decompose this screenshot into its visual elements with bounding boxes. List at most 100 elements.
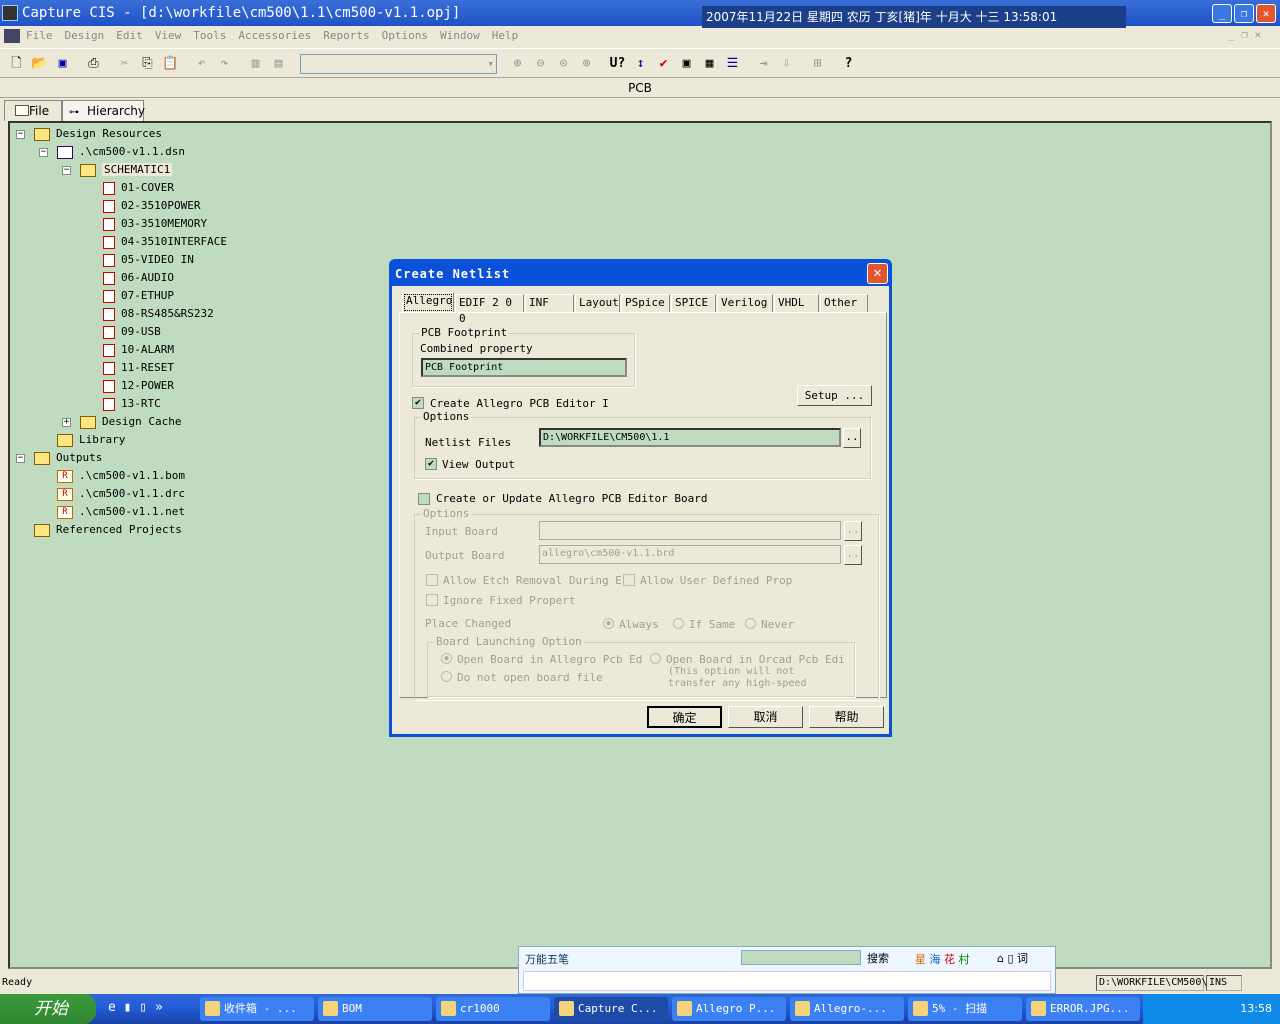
output-board-input[interactable]: allegro\cm500-v1.1.brd xyxy=(539,545,841,564)
zoom-out-icon[interactable]: ⊖ xyxy=(530,53,551,74)
open-icon[interactable]: 📂 xyxy=(29,53,50,74)
tab-inf[interactable]: INF xyxy=(525,294,574,312)
expand-icon[interactable]: + xyxy=(62,418,71,427)
window-icon[interactable]: ▤ xyxy=(268,53,289,74)
close-button[interactable]: ✕ xyxy=(1256,4,1276,23)
crossref-icon[interactable]: ▦ xyxy=(699,53,720,74)
hierarchy-icon[interactable]: ⊞ xyxy=(807,53,828,74)
print-icon[interactable]: ⎙ xyxy=(83,53,104,74)
tab-file[interactable]: File xyxy=(4,100,62,121)
netlist-icon[interactable]: ▣ xyxy=(676,53,697,74)
ok-button[interactable]: 确定 xyxy=(647,706,722,728)
tree-item[interactable]: R .\cm500-v1.1.bom xyxy=(57,467,185,485)
tree-item[interactable]: 01-COVER xyxy=(103,179,174,197)
tree-item[interactable]: 13-RTC xyxy=(103,395,161,413)
launch-allegro-radio[interactable]: ● xyxy=(441,653,452,664)
place-always-radio[interactable]: ● xyxy=(603,618,614,629)
collapse-icon[interactable]: − xyxy=(39,148,48,157)
ime-toolbar[interactable]: 万能五笔 搜索 星 海 花 村 ⌂ ▯ 词 xyxy=(518,946,1056,994)
tree-item[interactable]: 12-POWER xyxy=(103,377,174,395)
place-ifsame-radio[interactable] xyxy=(673,618,684,629)
redo-icon[interactable]: ↷ xyxy=(214,53,235,74)
combined-property-input[interactable]: PCB Footprint xyxy=(421,358,627,377)
ime-search-button[interactable]: 搜索 xyxy=(867,950,889,966)
layout-icon[interactable]: ▥ xyxy=(245,53,266,74)
menu-accessories[interactable]: Accessories xyxy=(238,29,311,42)
ignore-fixed-checkbox[interactable] xyxy=(426,594,438,606)
menu-file[interactable]: File xyxy=(26,29,53,42)
collapse-icon[interactable]: − xyxy=(16,454,25,463)
create-allegro-checkbox[interactable]: ✔ xyxy=(412,397,424,409)
tree-item[interactable]: 07-ETHUP xyxy=(103,287,174,305)
view-output-checkbox[interactable]: ✔ xyxy=(425,458,437,470)
zoom-area-icon[interactable]: ⊙ xyxy=(553,53,574,74)
taskbar-item[interactable]: 收件箱 - ... xyxy=(200,997,314,1021)
bom-icon[interactable]: ☰ xyxy=(722,53,743,74)
menu-edit[interactable]: Edit xyxy=(116,29,143,42)
menu-tools[interactable]: Tools xyxy=(193,29,226,42)
tree-item[interactable]: 04-3510INTERFACE xyxy=(103,233,227,251)
menu-reports[interactable]: Reports xyxy=(323,29,369,42)
taskbar-item[interactable]: ERROR.JPG... xyxy=(1026,997,1140,1021)
ime-input[interactable] xyxy=(523,971,1051,991)
tree-item[interactable]: R .\cm500-v1.1.net xyxy=(57,503,185,521)
taskbar-item[interactable]: Allegro P... xyxy=(672,997,786,1021)
tree-item[interactable]: 09-USB xyxy=(103,323,161,341)
netlist-files-input[interactable]: D:\WORKFILE\CM500\1.1 xyxy=(539,428,841,447)
taskbar-item[interactable]: Capture C... xyxy=(554,997,668,1021)
ime-icons[interactable]: ⌂ ▯ 词 xyxy=(997,950,1028,966)
toolbar-combo[interactable]: ▾ xyxy=(300,54,497,74)
output-board-browse[interactable]: .. xyxy=(844,545,862,565)
zoom-all-icon[interactable]: ⊚ xyxy=(576,53,597,74)
setup-button[interactable]: Setup ... xyxy=(797,385,872,406)
taskbar-item[interactable]: BOM xyxy=(318,997,432,1021)
cut-icon[interactable]: ✂ xyxy=(114,53,135,74)
collapse-icon[interactable]: − xyxy=(16,130,25,139)
input-board-browse[interactable]: .. xyxy=(844,521,862,541)
quicklaunch-icons[interactable]: e ▮ ▯ » xyxy=(108,1000,163,1015)
tree-item[interactable]: SCHEMATIC1 xyxy=(80,161,173,179)
nav-icon[interactable]: ⇥ xyxy=(753,53,774,74)
tree-item[interactable]: 02-3510POWER xyxy=(103,197,200,215)
ime-search-input[interactable] xyxy=(741,950,861,965)
descend-icon[interactable]: ⇩ xyxy=(776,53,797,74)
allow-etch-checkbox[interactable] xyxy=(426,574,438,586)
tab-edif200[interactable]: EDIF 2 0 0 xyxy=(455,294,524,325)
menu-options[interactable]: Options xyxy=(382,29,428,42)
tree-item[interactable]: .\cm500-v1.1.dsn xyxy=(57,143,185,161)
new-icon[interactable]: 🗋 xyxy=(6,53,27,74)
tab-other[interactable]: Other xyxy=(820,294,868,312)
launch-orcad-radio[interactable] xyxy=(650,653,661,664)
zoom-in-icon[interactable]: ⊕ xyxy=(507,53,528,74)
tab-pspice[interactable]: PSpice xyxy=(621,294,670,312)
menu-help[interactable]: Help xyxy=(492,29,519,42)
menu-design[interactable]: Design xyxy=(65,29,105,42)
tree-item[interactable]: 06-AUDIO xyxy=(103,269,174,287)
cancel-button[interactable]: 取消 xyxy=(728,706,803,728)
taskbar-item[interactable]: cr1000 xyxy=(436,997,550,1021)
drc-icon[interactable]: ✔ xyxy=(653,53,674,74)
input-board-input[interactable] xyxy=(539,521,841,540)
tree-item[interactable]: Design Resources xyxy=(34,125,162,143)
menu-window[interactable]: Window xyxy=(440,29,480,42)
menu-view[interactable]: View xyxy=(155,29,182,42)
paste-icon[interactable]: 📋 xyxy=(160,53,181,74)
copy-icon[interactable]: ⎘ xyxy=(137,53,158,74)
maximize-button[interactable]: ❐ xyxy=(1234,4,1254,23)
tree-item[interactable]: 11-RESET xyxy=(103,359,174,377)
collapse-icon[interactable]: − xyxy=(62,166,71,175)
start-button[interactable]: 开始 xyxy=(0,994,96,1024)
back-annotate-icon[interactable]: ↕ xyxy=(630,53,651,74)
annotate-icon[interactable]: U? xyxy=(607,53,628,74)
tree-item[interactable]: Referenced Projects xyxy=(34,521,182,539)
minimize-button[interactable]: _ xyxy=(1212,4,1232,23)
taskbar-item[interactable]: Allegro-... xyxy=(790,997,904,1021)
tree-item[interactable]: 03-3510MEMORY xyxy=(103,215,207,233)
save-icon[interactable]: ▣ xyxy=(52,53,73,74)
help-button[interactable]: 帮助 xyxy=(809,706,884,728)
tree-item[interactable]: 10-ALARM xyxy=(103,341,174,359)
tab-allegro[interactable]: Allegro xyxy=(402,292,454,313)
taskbar-item[interactable]: 5% - 扫描 xyxy=(908,997,1022,1021)
tree-item[interactable]: 05-VIDEO IN xyxy=(103,251,194,269)
update-board-checkbox[interactable] xyxy=(418,493,430,505)
